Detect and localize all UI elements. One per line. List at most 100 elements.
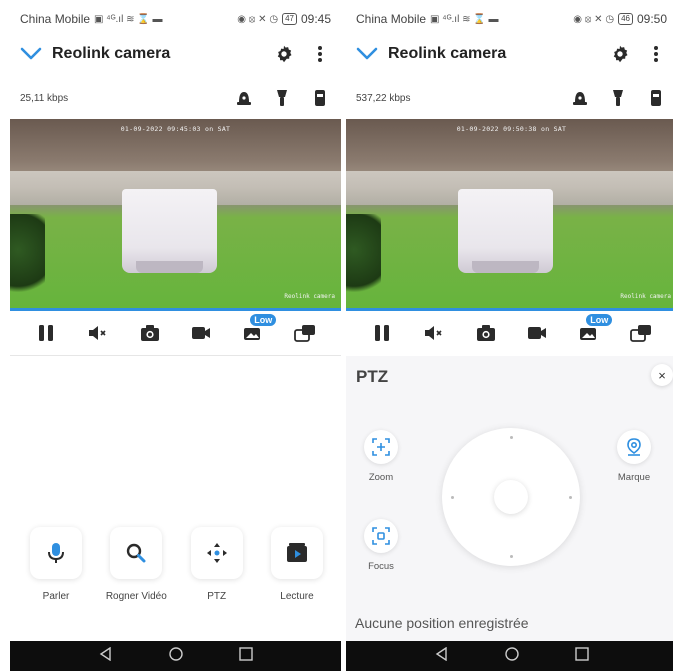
siren-icon[interactable] — [233, 87, 255, 109]
saved-positions-empty-text: Aucune position enregistrée — [355, 615, 529, 631]
record-video-icon[interactable] — [188, 320, 214, 346]
siren-icon[interactable] — [569, 87, 591, 109]
ptz-arrows-icon[interactable] — [190, 527, 243, 579]
camera-device-icon[interactable] — [645, 87, 667, 109]
right-phone-screen: China Mobile ▣ ⁴ᴳ.ıl ≋ ⌛ ▬ ◉ ⦻ ✕ ◷ 46 09… — [346, 0, 673, 671]
carrier-label: China Mobile — [356, 12, 427, 26]
crop-search-icon[interactable] — [110, 527, 163, 579]
live-video[interactable]: 01-09-2022 09:45:03 on SAT Reolink camer… — [10, 119, 341, 308]
signal-icons: ▣ ⁴ᴳ.ıl ≋ ⌛ ▬ — [430, 13, 499, 25]
status-icons: ◉ ⦻ ✕ ◷ — [237, 13, 279, 25]
video-scene-plant — [10, 214, 45, 304]
ptz-joystick[interactable] — [442, 428, 580, 566]
bitrate-label: 537,22 kbps — [356, 92, 411, 104]
pause-icon[interactable] — [369, 320, 395, 346]
focus-icon[interactable] — [364, 519, 398, 553]
clock: 09:50 — [636, 12, 667, 26]
snapshot-camera-icon[interactable] — [137, 320, 163, 346]
playback-action[interactable]: Lecture — [259, 527, 335, 602]
settings-gear-icon[interactable] — [271, 41, 297, 67]
playback-icon[interactable] — [270, 527, 323, 579]
home-nav-icon[interactable] — [504, 646, 519, 666]
joystick-up-dot — [510, 436, 513, 439]
battery-icon: 46 — [618, 13, 633, 25]
stream-info-row: 537,22 kbps — [346, 84, 673, 112]
mute-icon[interactable] — [85, 320, 111, 346]
microphone-icon[interactable] — [30, 527, 82, 579]
mark-label: Marque — [617, 472, 651, 483]
talk-action[interactable]: Parler — [18, 527, 94, 602]
video-controls: Low — [346, 313, 673, 352]
recents-nav-icon[interactable] — [574, 646, 589, 666]
playback-label: Lecture — [280, 591, 314, 602]
video-progress-line — [10, 308, 341, 311]
zoom-label: Zoom — [368, 472, 394, 483]
battery-icon: 47 — [282, 13, 297, 25]
carrier-label: China Mobile — [20, 12, 91, 26]
back-nav-icon[interactable] — [435, 646, 449, 666]
live-video[interactable]: 01-09-2022 09:50:38 on SAT Reolink camer… — [346, 119, 673, 308]
low-quality-badge: Low — [249, 313, 278, 327]
camera-title: Reolink camera — [52, 45, 171, 62]
focus-label: Focus — [368, 561, 394, 572]
status-bar: China Mobile ▣ ⁴ᴳ.ıl ≋ ⌛ ▬ ◉ ⦻ ✕ ◷ 46 09… — [346, 0, 673, 38]
chevron-down-icon[interactable] — [18, 44, 44, 64]
zoom-control[interactable]: Zoom — [351, 430, 411, 483]
settings-gear-icon[interactable] — [607, 41, 633, 67]
close-icon[interactable]: × — [651, 364, 673, 386]
bitrate-label: 25,11 kbps — [20, 92, 69, 104]
spotlight-icon[interactable] — [271, 87, 293, 109]
low-quality-badge: Low — [585, 313, 614, 327]
more-vertical-icon[interactable] — [643, 41, 669, 67]
video-watermark: Reolink camera — [284, 293, 335, 300]
mark-position-control[interactable]: Marque — [604, 430, 664, 483]
joystick-left-dot — [451, 496, 454, 499]
app-bar: Reolink camera — [346, 38, 673, 70]
snapshot-camera-icon[interactable] — [473, 320, 499, 346]
stream-quality-icon[interactable]: Low — [576, 313, 614, 346]
home-nav-icon[interactable] — [168, 646, 183, 666]
status-icons: ◉ ⦻ ✕ ◷ — [573, 13, 615, 25]
left-phone-screen: China Mobile ▣ ⁴ᴳ.ıl ≋ ⌛ ▬ ◉ ⦻ ✕ ◷ 47 09… — [10, 0, 341, 671]
ptz-action[interactable]: PTZ — [179, 527, 255, 602]
clock: 09:45 — [300, 12, 331, 26]
video-watermark: Reolink camera — [620, 293, 671, 300]
video-timestamp: 01-09-2022 09:45:03 on SAT — [120, 125, 231, 133]
zoom-icon[interactable] — [364, 430, 398, 464]
talk-label: Parler — [42, 591, 70, 602]
ptz-title: PTZ — [356, 367, 389, 386]
more-vertical-icon[interactable] — [307, 41, 333, 67]
signal-icons: ▣ ⁴ᴳ.ıl ≋ ⌛ ▬ — [94, 13, 163, 25]
location-pin-icon[interactable] — [617, 430, 651, 464]
chevron-down-icon[interactable] — [354, 44, 380, 64]
multi-view-icon[interactable] — [292, 320, 318, 346]
joystick-down-dot — [510, 555, 513, 558]
joystick-knob[interactable] — [494, 480, 528, 514]
system-nav-bar — [10, 641, 341, 671]
app-bar: Reolink camera — [10, 38, 341, 70]
focus-control[interactable]: Focus — [351, 519, 411, 572]
stream-info-row: 25,11 kbps — [10, 84, 341, 112]
status-bar: China Mobile ▣ ⁴ᴳ.ıl ≋ ⌛ ▬ ◉ ⦻ ✕ ◷ 47 09… — [10, 0, 341, 38]
video-scene-plant — [346, 214, 381, 304]
back-nav-icon[interactable] — [99, 646, 113, 666]
system-nav-bar — [346, 641, 673, 671]
camera-device-icon[interactable] — [309, 87, 331, 109]
spotlight-icon[interactable] — [607, 87, 629, 109]
multi-view-icon[interactable] — [628, 320, 654, 346]
pause-icon[interactable] — [33, 320, 59, 346]
ptz-label: PTZ — [207, 591, 227, 602]
stream-quality-icon[interactable]: Low — [240, 313, 278, 346]
camera-title: Reolink camera — [388, 45, 507, 62]
video-timestamp: 01-09-2022 09:50:38 on SAT — [456, 125, 567, 133]
crop-video-label: Rogner Vidéo — [105, 591, 167, 602]
divider — [10, 355, 341, 356]
crop-video-action[interactable]: Rogner Vidéo — [98, 527, 174, 602]
video-controls: Low — [10, 313, 341, 352]
video-scene-object — [458, 189, 553, 273]
recents-nav-icon[interactable] — [238, 646, 253, 666]
action-buttons: Parler Rogner Vidéo PTZ Lecture — [10, 527, 341, 602]
mute-icon[interactable] — [421, 320, 447, 346]
ptz-panel: PTZ × Zoom Focus Marque Aucune position … — [346, 356, 673, 641]
record-video-icon[interactable] — [524, 320, 550, 346]
